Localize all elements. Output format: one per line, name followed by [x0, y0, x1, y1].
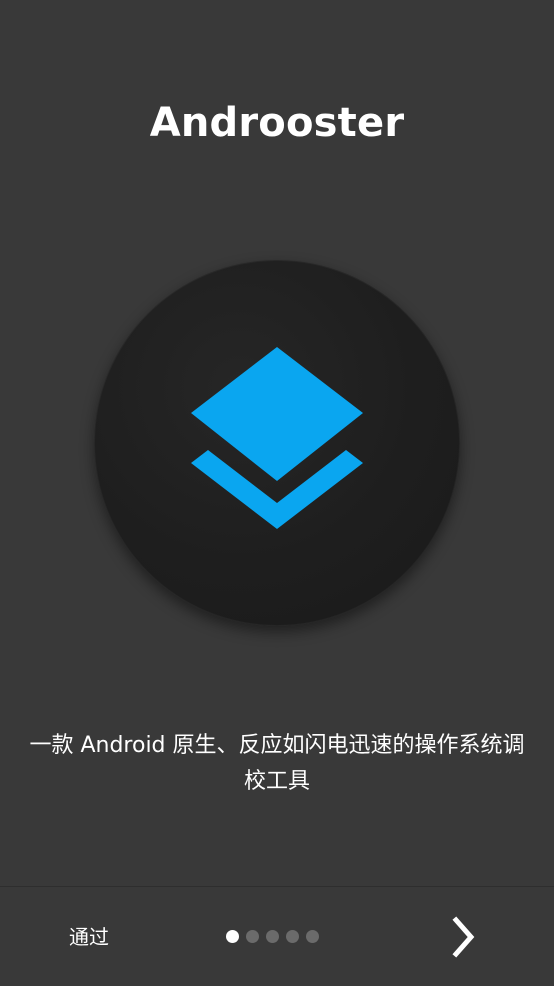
- layers-icon: [191, 347, 363, 529]
- intro-tagline: 一款 Android 原生、反应如闪电迅速的操作系统调校工具: [29, 733, 525, 794]
- next-button[interactable]: [440, 913, 490, 961]
- page-dot: [306, 930, 319, 943]
- skip-button[interactable]: 通过: [52, 917, 126, 957]
- logo-circle: [94, 260, 460, 626]
- page-indicator: [226, 930, 319, 944]
- app-title: Androoster: [149, 100, 405, 146]
- page-dot-active: [226, 930, 239, 943]
- page-dot: [246, 930, 259, 943]
- page-dot: [286, 930, 299, 943]
- bottom-navigation-bar: 通过: [0, 886, 554, 986]
- chevron-right-icon: [452, 916, 475, 958]
- page-dot: [266, 930, 279, 943]
